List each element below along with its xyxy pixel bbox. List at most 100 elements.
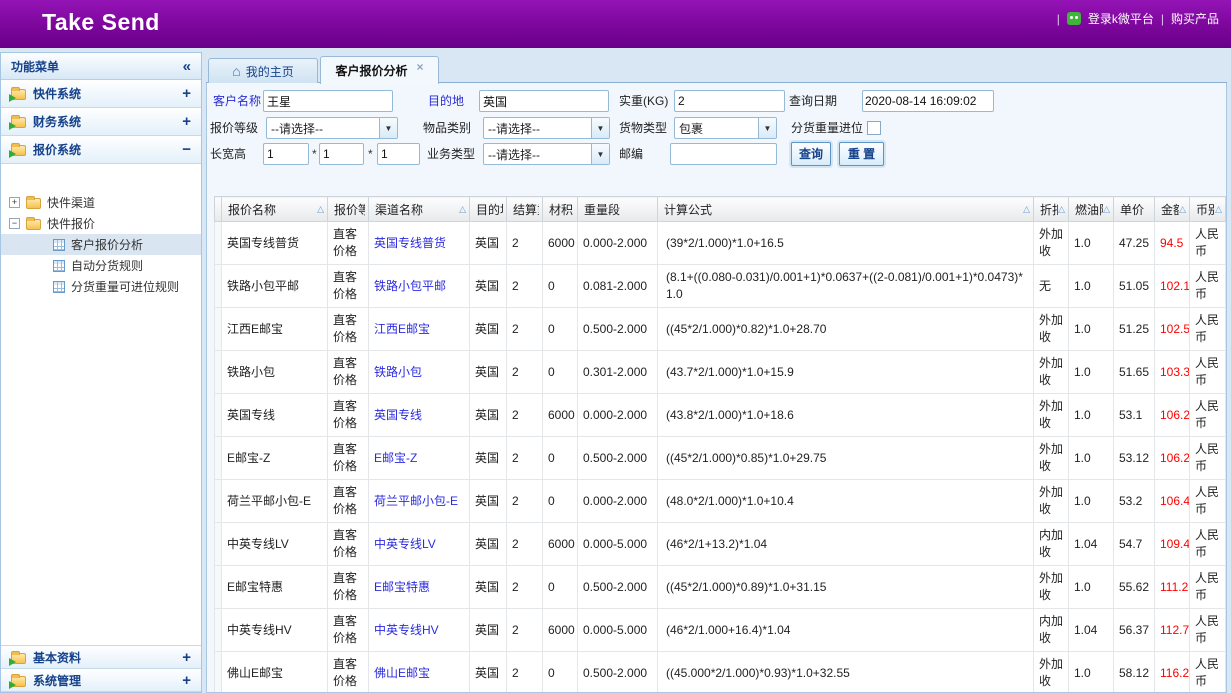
cell-formula: (48.0*2/1.000)*1.0+10.4 <box>658 480 1034 523</box>
cell-channel[interactable]: 英国专线 <box>369 394 470 437</box>
cell-unit_price: 51.25 <box>1114 308 1155 351</box>
tab-customer-quote-analysis[interactable]: 客户报价分析 × <box>320 56 439 84</box>
cell-grade: 直客价格 <box>328 437 369 480</box>
cell-fuel: 1.0 <box>1069 394 1114 437</box>
tree-item-label: 快件报价 <box>47 215 95 232</box>
cell-channel[interactable]: 英国专线普货 <box>369 222 470 265</box>
cell-channel[interactable]: 荷兰平邮小包-E <box>369 480 470 523</box>
sidebar-group-finance-system[interactable]: 财务系统 + <box>1 108 201 136</box>
col-header-range[interactable]: 重量段 <box>578 197 658 222</box>
col-header-label: 燃油附加 <box>1075 201 1103 218</box>
query-date-input[interactable] <box>862 90 994 112</box>
col-header-name[interactable]: 报价名称△ <box>222 197 328 222</box>
collapse-sidebar-button[interactable] <box>183 58 191 75</box>
col-header-amount[interactable]: 金额△ <box>1155 197 1190 222</box>
cell-formula: (8.1+((0.080-0.031)/0.001+1)*0.0637+((2-… <box>658 265 1034 308</box>
tree-item-customer-quote-analysis[interactable]: 客户报价分析 <box>1 234 201 255</box>
col-header-volume[interactable]: 材积系数 <box>543 197 578 222</box>
width-input[interactable] <box>319 143 364 165</box>
cell-amount: 112.74 <box>1155 609 1190 652</box>
col-header-label: 重量段 <box>584 201 620 218</box>
quote-grade-label: 报价等级 <box>210 117 258 139</box>
cargo-type-select[interactable]: 包裹 <box>674 117 777 139</box>
cell-channel[interactable]: 铁路小包平邮 <box>369 265 470 308</box>
col-header-grade[interactable]: 报价等级 <box>328 197 369 222</box>
chevron-down-icon[interactable] <box>591 144 609 164</box>
cell-amount: 111.25 <box>1155 566 1190 609</box>
tree-item-label: 客户报价分析 <box>71 236 143 253</box>
cell-range: 0.081-2.000 <box>578 265 658 308</box>
tree-item-courier-channel[interactable]: + 快件渠道 <box>1 192 201 213</box>
col-header-channel[interactable]: 渠道名称△ <box>369 197 470 222</box>
tab-my-homepage[interactable]: 我的主页 <box>208 58 318 83</box>
query-date-label: 查询日期 <box>789 90 837 112</box>
cell-channel[interactable]: E邮宝-Z <box>369 437 470 480</box>
height-input[interactable] <box>377 143 420 165</box>
cell-channel[interactable]: 江西E邮宝 <box>369 308 470 351</box>
col-header-currency[interactable]: 币别△ <box>1190 197 1226 222</box>
col-header-unit_price[interactable]: 单价 <box>1114 197 1155 222</box>
cell-unit_price: 56.37 <box>1114 609 1155 652</box>
length-input[interactable] <box>263 143 309 165</box>
expand-toggle[interactable]: + <box>182 113 191 130</box>
business-type-select[interactable]: --请选择-- <box>483 143 610 165</box>
col-header-fuel[interactable]: 燃油附加△ <box>1069 197 1114 222</box>
tree-item-courier-quote[interactable]: − 快件报价 <box>1 213 201 234</box>
col-header-discount[interactable]: 折扣△ <box>1034 197 1069 222</box>
sidebar-group-express-system[interactable]: 快件系统 + <box>1 80 201 108</box>
destination-input[interactable] <box>479 90 609 112</box>
cell-fuel: 1.04 <box>1069 523 1114 566</box>
cell-amount: 109.41 <box>1155 523 1190 566</box>
login-link[interactable]: 登录k微平台 <box>1088 10 1154 27</box>
tree-item-auto-split-rules[interactable]: 自动分货规则 <box>1 255 201 276</box>
cell-unit_price: 51.65 <box>1114 351 1155 394</box>
collapse-icon[interactable]: − <box>9 218 20 229</box>
cell-fuel: 1.0 <box>1069 222 1114 265</box>
cell-discount: 外加收 <box>1034 437 1069 480</box>
sort-triangle-icon: △ <box>1103 205 1110 214</box>
col-header-dest[interactable]: 目的地 <box>470 197 507 222</box>
query-button[interactable]: 查询 <box>791 142 831 166</box>
cell-dest: 英国 <box>470 480 507 523</box>
quote-grade-select[interactable]: --请选择-- <box>266 117 398 139</box>
cell-channel[interactable]: 中英专线HV <box>369 609 470 652</box>
collapse-toggle[interactable]: − <box>182 141 191 158</box>
buy-product-link[interactable]: 购买产品 <box>1171 10 1219 27</box>
zip-code-input[interactable] <box>670 143 777 165</box>
folder-arrow-icon <box>11 145 26 156</box>
cell-discount: 外加收 <box>1034 351 1069 394</box>
item-category-label: 物品类别 <box>423 117 471 139</box>
folder-icon <box>26 219 41 230</box>
tree-item-split-weight-rounding-rules[interactable]: 分货重量可进位规则 <box>1 276 201 297</box>
row-selector-cell <box>215 308 222 351</box>
table-row: 佛山E邮宝直客价格佛山E邮宝英国200.500-2.000((45.000*2/… <box>215 652 1226 693</box>
cell-channel[interactable]: 铁路小包 <box>369 351 470 394</box>
cell-amount: 102.1 <box>1155 265 1190 308</box>
cell-channel[interactable]: E邮宝特惠 <box>369 566 470 609</box>
cell-channel[interactable]: 佛山E邮宝 <box>369 652 470 693</box>
expand-toggle[interactable]: + <box>182 672 191 689</box>
sidebar-group-basic-data[interactable]: 基本资料 + <box>1 646 201 669</box>
actual-weight-input[interactable] <box>674 90 785 112</box>
table-row: 中英专线HV直客价格中英专线HV英国260000.000-5.000(46*2/… <box>215 609 1226 652</box>
sidebar-group-quote-system[interactable]: 报价系统 − <box>1 136 201 164</box>
expand-toggle[interactable]: + <box>182 85 191 102</box>
sidebar-group-system-management[interactable]: 系统管理 + <box>1 669 201 692</box>
reset-button[interactable]: 重 置 <box>839 142 884 166</box>
cell-weight: 2 <box>507 652 543 693</box>
cell-dest: 英国 <box>470 394 507 437</box>
cell-channel[interactable]: 中英专线LV <box>369 523 470 566</box>
chevron-down-icon[interactable] <box>591 118 609 138</box>
item-category-select[interactable]: --请选择-- <box>483 117 610 139</box>
col-header-weight[interactable]: 结算重量 <box>507 197 543 222</box>
cell-grade: 直客价格 <box>328 222 369 265</box>
chevron-down-icon[interactable] <box>379 118 397 138</box>
customer-name-input[interactable] <box>263 90 393 112</box>
expand-toggle[interactable]: + <box>182 649 191 666</box>
chevron-down-icon[interactable] <box>758 118 776 138</box>
expand-icon[interactable]: + <box>9 197 20 208</box>
cargo-type-label: 货物类型 <box>619 117 667 139</box>
close-tab-icon[interactable]: × <box>417 60 424 74</box>
split-weight-rounding-checkbox[interactable] <box>867 121 881 135</box>
col-header-formula[interactable]: 计算公式△ <box>658 197 1034 222</box>
